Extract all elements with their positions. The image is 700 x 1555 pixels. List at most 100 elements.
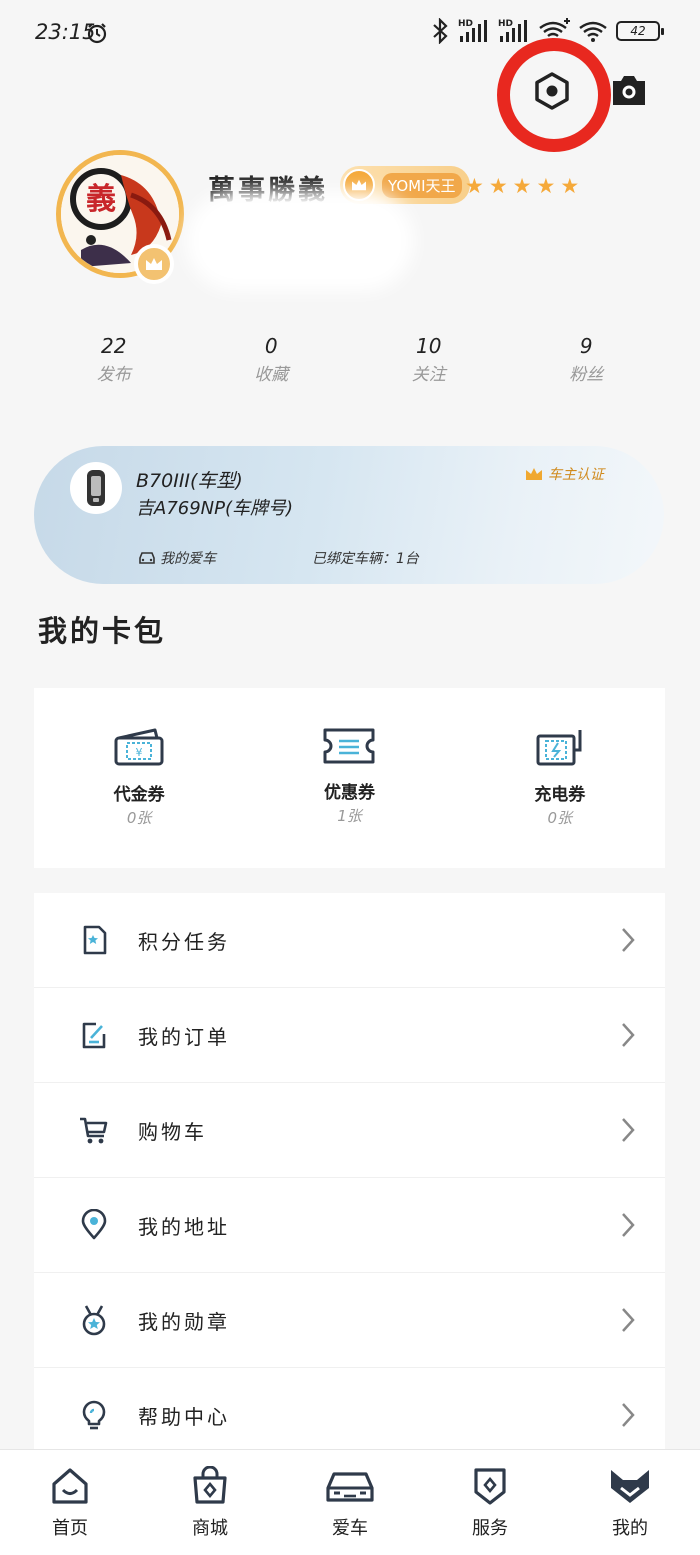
car-icon bbox=[326, 1472, 374, 1502]
wallet-panel: ¥ 代金券 0张 优惠券 1张 充电券 0张 bbox=[34, 688, 665, 868]
avatar-crown-badge bbox=[134, 244, 174, 284]
stat-label: 粉丝 bbox=[569, 365, 604, 385]
nav-label: 爱车 bbox=[332, 1518, 368, 1539]
coupon-icon bbox=[323, 728, 375, 764]
wallet-voucher[interactable]: ¥ 代金券 0张 bbox=[34, 688, 244, 868]
stat-value: 22 bbox=[101, 334, 127, 358]
chevron-right-icon bbox=[622, 928, 635, 952]
car-key-icon bbox=[87, 470, 105, 506]
menu-item-medals[interactable]: 我的勋章 bbox=[34, 1273, 665, 1368]
nav-car[interactable]: 爱车 bbox=[280, 1450, 420, 1555]
charging-coupon-icon bbox=[536, 730, 582, 766]
stat-favorites[interactable]: 0 收藏 bbox=[193, 334, 351, 385]
camera-icon[interactable] bbox=[610, 72, 648, 108]
chevron-right-icon bbox=[622, 1118, 635, 1142]
menu-item-cart[interactable]: 购物车 bbox=[34, 1083, 665, 1178]
wallet-charging[interactable]: 充电券 0张 bbox=[455, 688, 665, 868]
star-icon: ★ bbox=[512, 174, 532, 198]
points-task-icon bbox=[83, 925, 107, 955]
nav-home[interactable]: 首页 bbox=[0, 1450, 140, 1555]
my-car-label: 我的爱车 bbox=[160, 551, 216, 567]
nav-label: 服务 bbox=[472, 1518, 508, 1539]
star-icon: ★ bbox=[560, 174, 580, 198]
stat-label: 关注 bbox=[411, 365, 446, 385]
menu-item-help[interactable]: 帮助中心 bbox=[34, 1368, 665, 1449]
wallet-count: 1张 bbox=[337, 807, 362, 825]
chevron-right-icon bbox=[622, 1403, 635, 1427]
menu-label: 我的地址 bbox=[138, 1214, 230, 1239]
stat-posts[interactable]: 22 发布 bbox=[35, 334, 193, 385]
stat-following[interactable]: 10 关注 bbox=[350, 334, 508, 385]
car-brand-logo bbox=[70, 462, 122, 514]
username: 萬事勝義 bbox=[208, 175, 328, 206]
alarm-icon bbox=[87, 23, 107, 44]
crown-icon bbox=[146, 258, 162, 270]
stat-label: 收藏 bbox=[254, 365, 289, 385]
stat-value: 10 bbox=[416, 334, 442, 358]
chevron-right-icon bbox=[622, 1023, 635, 1047]
service-shield-icon bbox=[474, 1468, 506, 1505]
menu-item-orders[interactable]: 我的订单 bbox=[34, 988, 665, 1083]
star-rating: ★ ★ ★ ★ ★ bbox=[465, 176, 579, 197]
nav-shop[interactable]: 商城 bbox=[140, 1450, 280, 1555]
cart-icon bbox=[80, 1117, 108, 1144]
nav-label: 首页 bbox=[52, 1518, 88, 1539]
medal-icon bbox=[82, 1305, 106, 1336]
owner-cert-label: 车主认证 bbox=[548, 467, 604, 483]
stats-row: 22 发布 0 收藏 10 关注 9 粉丝 bbox=[35, 334, 665, 385]
svg-text:義: 義 bbox=[86, 182, 116, 217]
svg-text:HD: HD bbox=[498, 19, 513, 29]
menu-label: 我的勋章 bbox=[138, 1309, 230, 1334]
car-icon bbox=[139, 552, 155, 564]
wallet-count: 0张 bbox=[547, 809, 573, 827]
shop-bag-icon bbox=[193, 1466, 227, 1504]
location-icon bbox=[81, 1209, 107, 1240]
wallet-coupon[interactable]: 优惠券 1张 bbox=[244, 688, 454, 868]
wallet-section-title: 我的卡包 bbox=[38, 614, 167, 648]
wallet-label: 代金券 bbox=[113, 785, 165, 805]
menu-label: 购物车 bbox=[138, 1119, 207, 1144]
wallet-label: 充电券 bbox=[534, 785, 586, 805]
menu-label: 积分任务 bbox=[138, 929, 230, 954]
svg-text:¥: ¥ bbox=[136, 746, 143, 759]
order-icon bbox=[82, 1022, 106, 1049]
star-icon: ★ bbox=[488, 174, 508, 198]
fox-profile-icon bbox=[611, 1470, 649, 1503]
car-card[interactable]: B70III(车型) 吉A769NP(车牌号) 车主认证 我的爱车 已绑定车辆：… bbox=[34, 446, 664, 584]
owner-certification[interactable]: 车主认证 bbox=[524, 464, 604, 484]
lightbulb-icon bbox=[82, 1400, 106, 1430]
wallet-label: 优惠券 bbox=[323, 783, 375, 803]
redacted-area bbox=[200, 205, 400, 277]
menu-item-address[interactable]: 我的地址 bbox=[34, 1178, 665, 1273]
signal-icon-1: HD bbox=[458, 19, 487, 42]
car-plate: 吉A769NP(车牌号) bbox=[136, 498, 294, 519]
level-badge[interactable]: YOMI天王 bbox=[340, 166, 470, 204]
menu-label: 帮助中心 bbox=[138, 1404, 230, 1429]
menu-label: 我的订单 bbox=[138, 1024, 230, 1049]
my-car-link[interactable]: 我的爱车 bbox=[138, 548, 216, 568]
crown-icon bbox=[526, 468, 542, 480]
bottom-nav: 首页 商城 爱车 服务 我的 bbox=[0, 1449, 700, 1555]
menu-item-points-task[interactable]: 积分任务 bbox=[34, 893, 665, 988]
stat-label: 发布 bbox=[96, 365, 131, 385]
nav-label: 我的 bbox=[612, 1518, 648, 1539]
voucher-icon: ¥ bbox=[114, 728, 164, 766]
wallet-count: 0张 bbox=[126, 809, 152, 827]
level-crown-icon bbox=[343, 169, 375, 201]
nav-service[interactable]: 服务 bbox=[420, 1450, 560, 1555]
nav-label: 商城 bbox=[192, 1518, 228, 1539]
stat-value: 9 bbox=[579, 334, 593, 358]
level-label: YOMI天王 bbox=[382, 172, 462, 198]
battery-indicator: 42 bbox=[616, 21, 664, 41]
home-icon bbox=[52, 1468, 88, 1504]
stat-value: 0 bbox=[264, 334, 278, 358]
highlight-circle bbox=[497, 38, 611, 152]
menu-list: 积分任务 我的订单 购物车 我的地址 我的勋章 帮助中心 bbox=[34, 893, 665, 1449]
chevron-right-icon bbox=[622, 1213, 635, 1237]
car-model: B70III(车型) bbox=[136, 470, 243, 492]
wifi-icon bbox=[579, 21, 607, 42]
nav-profile[interactable]: 我的 bbox=[560, 1450, 700, 1555]
svg-text:HD: HD bbox=[458, 19, 473, 29]
signal-icon-2: HD bbox=[498, 19, 527, 42]
stat-fans[interactable]: 9 粉丝 bbox=[508, 334, 666, 385]
